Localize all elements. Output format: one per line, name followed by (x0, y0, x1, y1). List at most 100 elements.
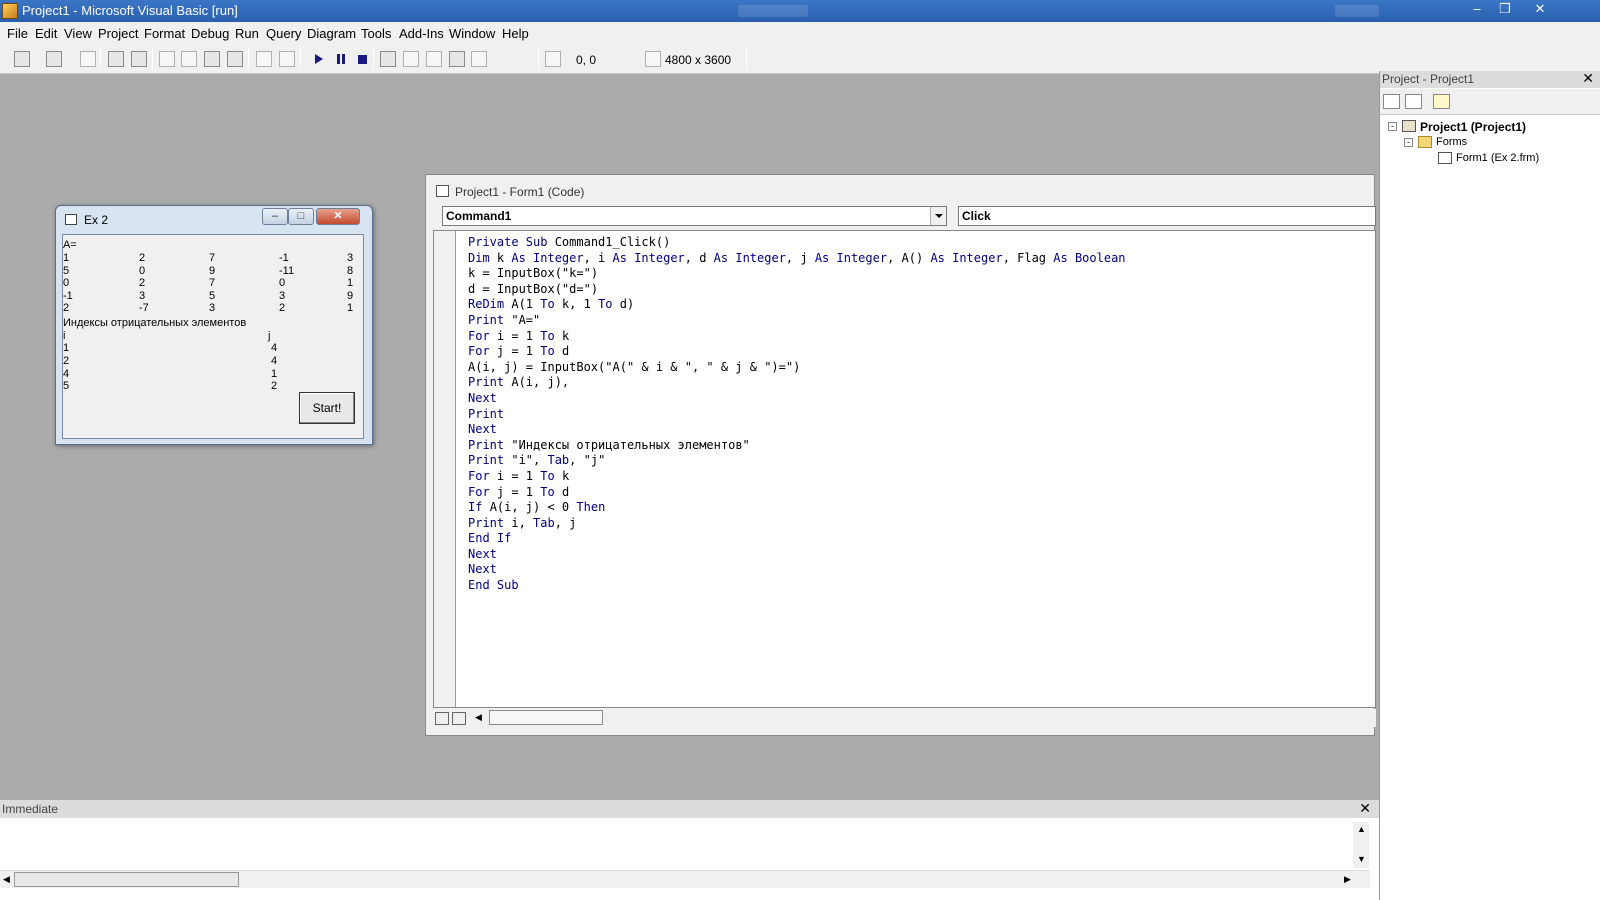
menu-file[interactable]: File (7, 26, 28, 41)
scroll-down-icon[interactable]: ▼ (1357, 854, 1366, 864)
object-combo[interactable]: Command1 (442, 206, 947, 226)
tree-form1-item[interactable]: Form1 (Ex 2.frm) (1456, 152, 1539, 164)
menu-window[interactable]: Window (449, 26, 495, 41)
break-icon[interactable] (337, 54, 345, 64)
full-module-view-icon[interactable] (452, 712, 466, 725)
code-line[interactable]: Print "A=" (468, 313, 1126, 329)
code-line[interactable]: For j = 1 To d (468, 485, 1126, 501)
immediate-horizontal-scrollbar[interactable]: ◀ ▶ (0, 870, 1370, 888)
menu-tools[interactable]: Tools (361, 26, 391, 41)
chevron-down-icon[interactable] (930, 207, 946, 225)
restore-button[interactable]: ❐ (1490, 0, 1520, 20)
position-readout: 0, 0 (576, 53, 597, 67)
collapse-icon[interactable]: - (1388, 122, 1397, 131)
toolbar-separator (100, 48, 101, 70)
menu-view[interactable]: View (64, 26, 92, 41)
code-line[interactable]: Dim k As Integer, i As Integer, d As Int… (468, 251, 1126, 267)
form-layout-icon[interactable] (426, 51, 442, 67)
standard-toolbar: 0, 0 4800 x 3600 (0, 44, 1600, 74)
start-button[interactable]: Start! (299, 392, 355, 424)
code-line[interactable]: For i = 1 To k (468, 469, 1126, 485)
code-keyword: As Integer (612, 250, 685, 265)
procedure-view-icon[interactable] (435, 712, 449, 725)
menu-format[interactable]: Format (144, 26, 185, 41)
code-line[interactable]: Private Sub Command1_Click() (468, 235, 1126, 251)
code-line[interactable]: Print "Индексы отрицательных элементов" (468, 438, 1126, 454)
form-minimize-button[interactable]: – (262, 208, 288, 225)
code-line[interactable]: End If (468, 531, 1126, 547)
procedure-combo[interactable]: Click (958, 206, 1376, 226)
close-icon[interactable]: ✕ (1582, 70, 1594, 87)
paste-icon[interactable] (204, 51, 220, 67)
code-line[interactable]: Print i, Tab, j (468, 516, 1126, 532)
project-explorer-icon[interactable] (380, 51, 396, 67)
menu-help[interactable]: Help (502, 26, 529, 41)
code-keyword: To (540, 468, 555, 483)
find-icon[interactable] (227, 51, 243, 67)
menu-editor-icon[interactable] (80, 51, 96, 67)
view-code-icon[interactable] (1383, 94, 1400, 109)
code-line[interactable]: Next (468, 547, 1126, 563)
index-cell: 2 (271, 380, 278, 393)
code-line[interactable]: ReDim A(1 To k, 1 To d) (468, 297, 1126, 313)
code-line[interactable]: Print "i", Tab, "j" (468, 453, 1126, 469)
scroll-thumb[interactable] (489, 710, 603, 725)
menu-query[interactable]: Query (266, 26, 301, 41)
scroll-up-icon[interactable]: ▲ (1357, 824, 1366, 834)
code-keyword: Then (576, 500, 606, 515)
code-line[interactable]: A(i, j) = InputBox("A(" & i & ", " & j &… (468, 360, 1126, 376)
toggle-folders-icon[interactable] (1433, 94, 1450, 109)
menu-diagram[interactable]: Diagram (307, 26, 356, 41)
scroll-thumb[interactable] (14, 872, 239, 887)
tree-forms-folder[interactable]: Forms (1436, 136, 1467, 148)
end-icon[interactable] (358, 55, 367, 64)
open-project-icon[interactable] (108, 51, 124, 67)
close-icon[interactable]: ✕ (1359, 800, 1371, 817)
close-button[interactable]: ✕ (1525, 0, 1555, 20)
code-line[interactable]: d = InputBox("d=") (468, 282, 1126, 298)
code-line[interactable]: Print (468, 407, 1126, 423)
menu-debug[interactable]: Debug (191, 26, 229, 41)
minimize-button[interactable]: – (1462, 0, 1492, 20)
start-icon[interactable] (315, 54, 323, 64)
redo-icon[interactable] (279, 51, 295, 67)
properties-window-icon[interactable] (403, 51, 419, 67)
code-line[interactable]: If A(i, j) < 0 Then (468, 500, 1126, 516)
code-window: Project1 - Form1 (Code) Command1 Click P… (425, 174, 1376, 736)
copy-icon[interactable] (181, 51, 197, 67)
code-line[interactable]: For j = 1 To d (468, 344, 1126, 360)
code-keyword: To (540, 484, 555, 499)
code-line[interactable]: Next (468, 562, 1126, 578)
code-keyword: Tab (533, 515, 555, 530)
menu-edit[interactable]: Edit (35, 26, 57, 41)
scroll-left-icon[interactable]: ◀ (475, 712, 482, 723)
collapse-icon[interactable]: - (1404, 138, 1413, 147)
code-line[interactable]: Print A(i, j), (468, 375, 1126, 391)
object-browser-icon[interactable] (449, 51, 465, 67)
immediate-vertical-scrollbar[interactable]: ▲ ▼ (1353, 822, 1369, 868)
tree-project-root[interactable]: Project1 (Project1) (1420, 120, 1526, 134)
add-project-icon[interactable] (14, 51, 30, 67)
toolbox-icon[interactable] (471, 51, 487, 67)
matrix-cell: 7 (209, 277, 216, 290)
view-object-icon[interactable] (1405, 94, 1422, 109)
undo-icon[interactable] (256, 51, 272, 67)
cut-icon[interactable] (159, 51, 175, 67)
scroll-right-icon[interactable]: ▶ (1344, 874, 1351, 885)
menu-project[interactable]: Project (98, 26, 138, 41)
add-form-icon[interactable] (46, 51, 62, 67)
code-line[interactable]: Next (468, 422, 1126, 438)
code-line[interactable]: For i = 1 To k (468, 329, 1126, 345)
code-editor[interactable]: Private Sub Command1_Click() Dim k As Int… (433, 230, 1376, 708)
save-project-icon[interactable] (131, 51, 147, 67)
form-maximize-button[interactable]: □ (288, 208, 314, 225)
form-close-button[interactable]: ✕ (316, 208, 360, 225)
code-text: A(i, j) < 0 (489, 500, 577, 515)
scroll-left-icon[interactable]: ◀ (3, 874, 10, 885)
code-line[interactable]: Next (468, 391, 1126, 407)
code-line[interactable]: k = InputBox("k=") (468, 266, 1126, 282)
code-horizontal-scrollbar[interactable]: ◀ (433, 709, 1376, 727)
menu-add-ins[interactable]: Add-Ins (399, 26, 444, 41)
menu-run[interactable]: Run (235, 26, 259, 41)
code-line[interactable]: End Sub (468, 578, 1126, 594)
